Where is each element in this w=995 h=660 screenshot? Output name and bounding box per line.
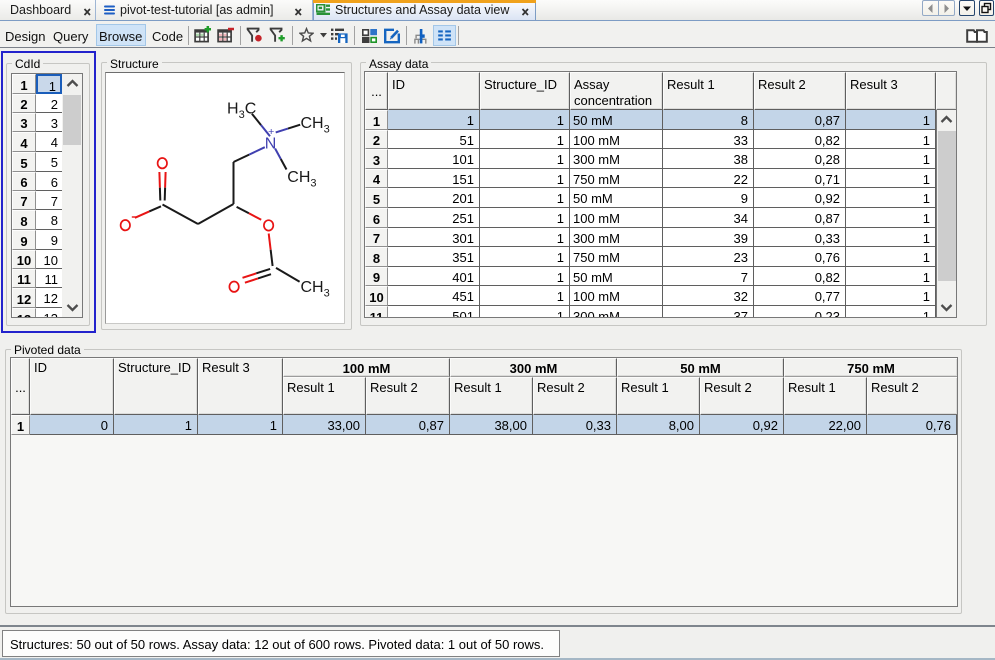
svg-text:CH3: CH3 [301,115,330,135]
svg-text:N: N [265,136,277,153]
svg-text:+: + [268,126,274,138]
svg-text:CH3: CH3 [287,169,316,190]
svg-text:CH3: CH3 [301,279,330,300]
svg-text:H3C: H3C [227,101,256,122]
